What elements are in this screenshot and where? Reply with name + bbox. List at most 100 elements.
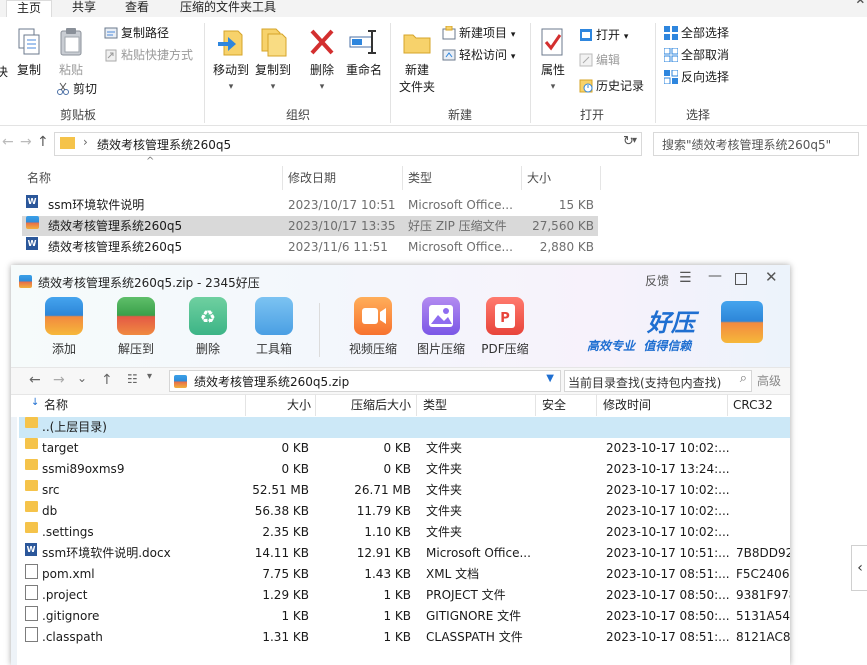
archive-column-header-security[interactable]: 安全 xyxy=(542,394,566,416)
column-divider[interactable] xyxy=(402,166,403,190)
archive-row[interactable]: target 0 KB 0 KB 文件夹 2023-10-17 10:02:... xyxy=(19,438,790,459)
feedback-link[interactable]: 反馈 xyxy=(645,272,669,289)
archive-row[interactable]: .project 1.29 KB 1 KB PROJECT 文件 2023-10-17 … xyxy=(19,585,790,606)
column-divider[interactable] xyxy=(521,166,522,190)
image-compress-button[interactable]: 图片压缩 xyxy=(413,297,469,357)
up-arrow-icon[interactable]: ↑ xyxy=(37,134,49,150)
select-none-label: 全部取消 xyxy=(681,48,730,62)
archive-path-bar[interactable]: 绩效考核管理系统260q5.zip ▼ xyxy=(169,370,561,392)
copy-to-button[interactable]: 复制到 ▾ xyxy=(253,27,293,92)
up-arrow-icon[interactable]: ↑ xyxy=(101,372,113,388)
archive-row[interactable]: db 56.38 KB 11.79 KB 文件夹 2023-10-17 10:02:..… xyxy=(19,501,790,522)
archive-row[interactable]: src 52.51 MB 26.71 MB 文件夹 2023-10-17 10:02:.… xyxy=(19,480,790,501)
archive-entry-size: 7.75 KB xyxy=(262,567,309,581)
archive-row[interactable]: .classpath 1.31 KB 1 KB CLASSPATH 文件 2023-10… xyxy=(19,627,790,648)
move-to-button[interactable]: 移动到 ▾ xyxy=(211,27,251,92)
easy-access-button[interactable]: 轻松访问 ▾ xyxy=(442,46,515,64)
address-bar[interactable]: › 绩效考核管理系统260q5 ▾ xyxy=(54,132,642,156)
archive-search-input[interactable]: 当前目录查找(支持包内查找) ⌕ xyxy=(564,370,752,392)
column-divider[interactable] xyxy=(535,394,536,416)
new-folder-button[interactable]: 新建 文件夹 xyxy=(397,27,437,95)
search-icon[interactable]: ⌕ xyxy=(740,371,747,386)
archive-column-header-type[interactable]: 类型 xyxy=(423,394,447,416)
properties-dropdown-icon: ▾ xyxy=(550,82,556,92)
extract-to-button[interactable]: 解压到 xyxy=(115,297,157,357)
open-button[interactable]: 打开 ▾ xyxy=(579,26,628,44)
properties-button[interactable]: 属性 ▾ xyxy=(538,27,568,92)
cut-button[interactable]: 剪切 xyxy=(56,80,97,98)
copy-path-label: 复制路径 xyxy=(121,26,170,40)
haozip-delete-button[interactable]: ♻ 删除 xyxy=(187,297,229,357)
easy-access-label: 轻松访问 xyxy=(459,48,508,62)
copy-button[interactable]: 复制 xyxy=(14,27,44,78)
archive-row[interactable]: Wssm环境软件说明.docx 14.11 KB 12.91 KB Microsoft… xyxy=(19,543,790,564)
archive-row-parent-directory[interactable]: ..(上层目录) xyxy=(19,417,790,438)
column-header-date[interactable]: 修改日期 xyxy=(288,168,336,188)
column-header-name[interactable]: 名称 xyxy=(27,168,51,188)
archive-entry-packed-size: 12.91 KB xyxy=(356,546,411,560)
column-header-size[interactable]: 大小 xyxy=(527,168,551,188)
forward-arrow-icon[interactable]: → xyxy=(20,134,32,150)
column-header-type[interactable]: 类型 xyxy=(408,168,432,188)
ribbon-tab-bar: 主页 共享 查看 压缩的文件夹工具 ⌃ xyxy=(0,0,867,19)
column-divider[interactable] xyxy=(282,166,283,190)
copy-icon xyxy=(14,27,44,57)
tab-view[interactable]: 查看 xyxy=(115,0,159,17)
edit-button[interactable]: 编辑 xyxy=(579,51,620,69)
back-arrow-icon[interactable]: ← xyxy=(29,372,41,388)
partial-left-button-label[interactable]: 决 xyxy=(0,63,8,80)
column-divider[interactable] xyxy=(727,394,728,416)
search-input[interactable]: 搜索"绩效考核管理系统260q5" xyxy=(653,132,859,156)
archive-row[interactable]: ssmi89oxms9 0 KB 0 KB 文件夹 2023-10-17 13:24:.… xyxy=(19,459,790,480)
advanced-search-link[interactable]: 高级 xyxy=(757,372,781,389)
minimize-icon[interactable]: — xyxy=(708,268,722,284)
delete-button[interactable]: 删除 ▾ xyxy=(307,27,337,92)
add-archive-icon xyxy=(45,297,83,335)
column-divider[interactable] xyxy=(416,394,417,416)
forward-arrow-icon[interactable]: → xyxy=(53,372,65,388)
file-row[interactable]: W 绩效考核管理系统260q5 2023/11/6 11:51 Microsof… xyxy=(22,237,598,257)
copy-path-button[interactable]: 复制路径 xyxy=(104,24,169,42)
path-dropdown-icon[interactable]: ▼ xyxy=(546,373,554,384)
tab-compressed-folder-tools[interactable]: 压缩的文件夹工具 xyxy=(170,0,286,17)
file-row[interactable]: W ssm环境软件说明 2023/10/17 10:51 Microsoft O… xyxy=(22,195,598,215)
file-name: ssm环境软件说明 xyxy=(48,198,145,212)
ribbon-collapse-icon[interactable]: ⌃ xyxy=(854,0,867,15)
archive-row[interactable]: .gitignore 1 KB 1 KB GITIGNORE 文件 2023-10-17… xyxy=(19,606,790,627)
column-divider[interactable] xyxy=(596,394,597,416)
close-icon[interactable]: ✕ xyxy=(765,268,778,286)
invert-selection-button[interactable]: 反向选择 xyxy=(663,68,729,86)
paste-shortcut-button[interactable]: 粘贴快捷方式 xyxy=(104,46,193,64)
refresh-icon[interactable]: ↻ xyxy=(623,134,641,154)
video-compress-button[interactable]: 视频压缩 xyxy=(345,297,401,357)
column-divider[interactable] xyxy=(600,166,601,190)
history-button[interactable]: 历史记录 xyxy=(579,77,644,95)
add-button[interactable]: 添加 xyxy=(43,297,85,357)
archive-column-header-mtime[interactable]: 修改时间 xyxy=(603,394,651,416)
file-row-selected[interactable]: 绩效考核管理系统260q5 2023/10/17 13:35 好压 ZIP 压缩… xyxy=(22,216,598,236)
toolbox-button[interactable]: 工具箱 xyxy=(251,297,297,357)
archive-column-header-crc32[interactable]: CRC32 xyxy=(733,394,773,416)
view-mode-dropdown-icon[interactable]: ▾ xyxy=(147,371,152,382)
menu-icon[interactable]: ☰ xyxy=(679,270,692,286)
view-mode-icon[interactable]: ☷ xyxy=(127,372,138,386)
archive-entry-mtime: 2023-10-17 10:02:... xyxy=(606,504,730,518)
archive-column-header-size[interactable]: 大小 xyxy=(245,394,311,416)
archive-column-header-packed[interactable]: 压缩后大小 xyxy=(315,394,411,416)
history-dropdown-icon[interactable]: ⌄ xyxy=(77,371,87,385)
back-arrow-icon[interactable]: ← xyxy=(2,134,14,150)
archive-row[interactable]: pom.xml 7.75 KB 1.43 KB XML 文档 2023-10-17 08… xyxy=(19,564,790,585)
select-all-button[interactable]: 全部选择 xyxy=(664,24,729,42)
breadcrumb-chevron-icon[interactable]: › xyxy=(83,135,88,149)
new-item-button[interactable]: 新建项目 ▾ xyxy=(442,24,515,42)
rename-button[interactable]: 重命名 xyxy=(344,27,384,78)
archive-column-header-name[interactable]: 名称 xyxy=(44,394,68,416)
maximize-icon[interactable] xyxy=(735,273,747,285)
pdf-compress-button[interactable]: P PDF压缩 xyxy=(477,297,533,357)
select-none-button[interactable]: 全部取消 xyxy=(663,46,730,64)
haozip-delete-label: 删除 xyxy=(195,342,220,356)
side-panel-chevron-left-icon[interactable]: ‹ xyxy=(851,545,867,591)
archive-row[interactable]: .settings 2.35 KB 1.10 KB 文件夹 2023-10-17 10:… xyxy=(19,522,790,543)
tab-share[interactable]: 共享 xyxy=(62,0,106,17)
paste-button[interactable]: 粘贴 xyxy=(56,27,86,78)
